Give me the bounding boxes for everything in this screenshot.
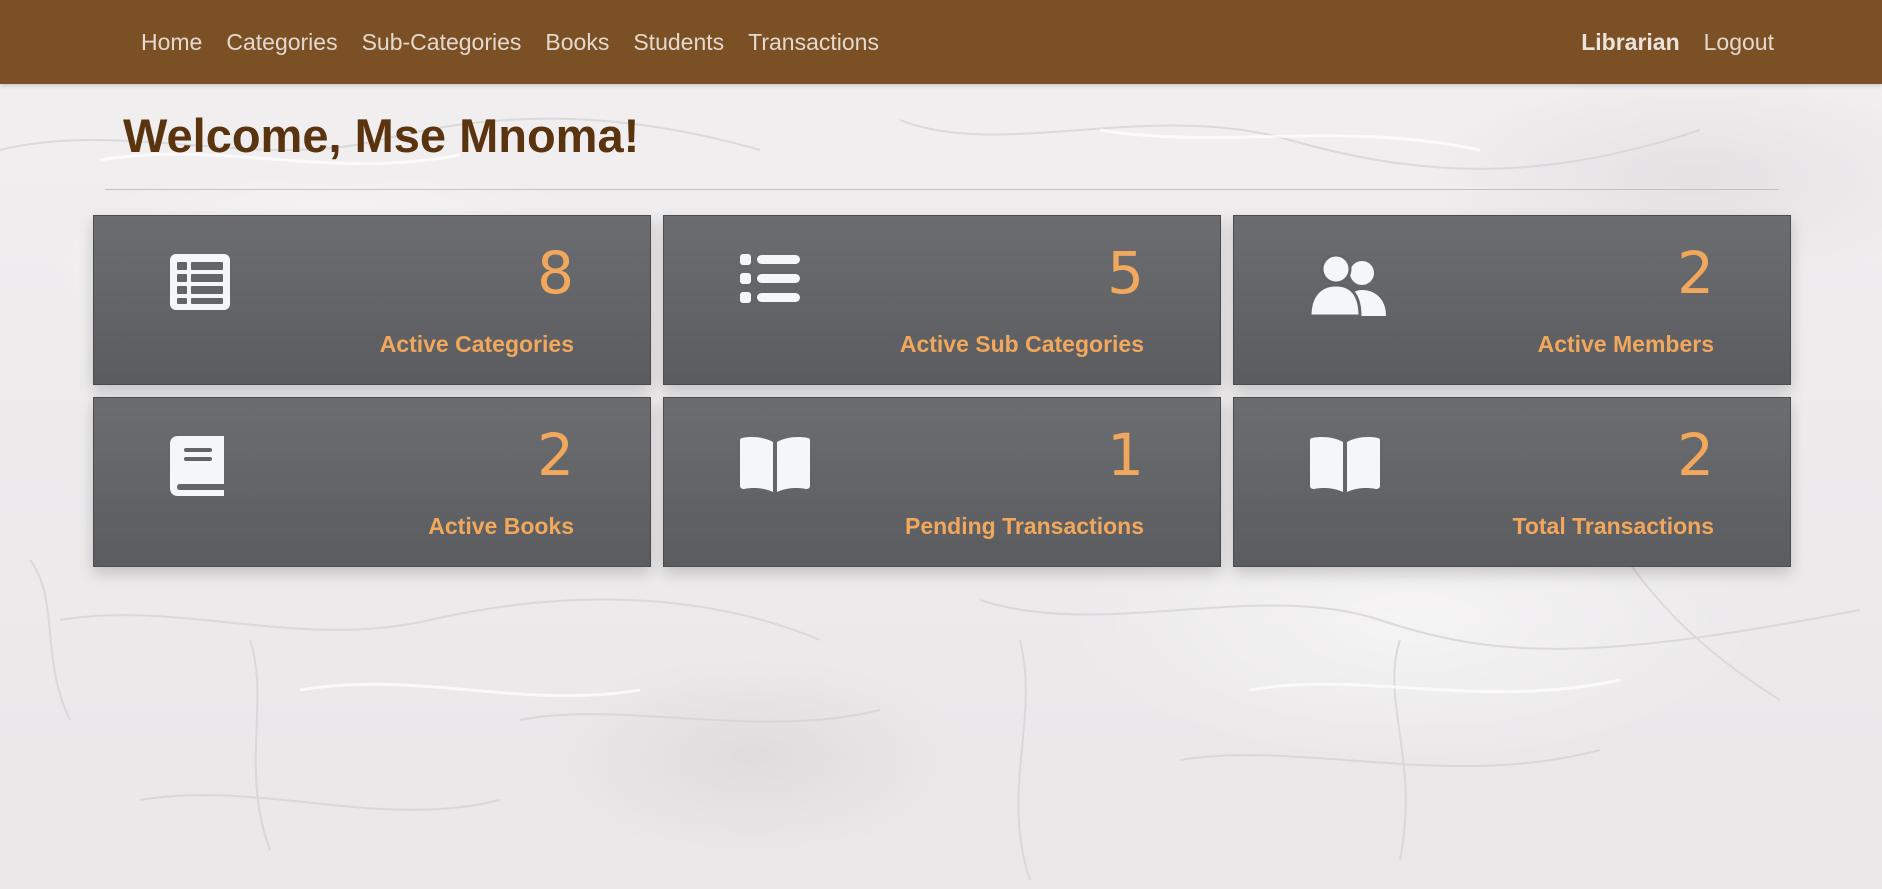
logout-link[interactable]: Logout xyxy=(1692,29,1786,56)
nav-home-link[interactable]: Home xyxy=(129,29,214,56)
top-navbar: Home Categories Sub-Categories Books Stu… xyxy=(0,0,1882,84)
stat-label: Active Sub Categories xyxy=(899,331,1144,357)
open-book-icon xyxy=(1310,436,1390,500)
stat-label: Total Transactions xyxy=(1512,513,1714,539)
stats-grid: 8 Active Categories 5 Active Sub Categor… xyxy=(93,215,1791,567)
stat-label: Active Members xyxy=(1537,331,1714,357)
nav-categories-link[interactable]: Categories xyxy=(214,29,349,56)
user-role-link[interactable]: Librarian xyxy=(1569,29,1691,56)
stat-value: 8 xyxy=(537,239,574,307)
page-title: Welcome, Mse Mnoma! xyxy=(123,109,640,162)
stat-label: Active Books xyxy=(428,513,574,539)
book-icon xyxy=(170,436,250,500)
nav-books-link[interactable]: Books xyxy=(533,29,621,56)
stat-value: 2 xyxy=(1677,239,1714,307)
users-icon xyxy=(1310,254,1390,318)
stat-card-books[interactable]: 2 Active Books xyxy=(93,397,651,567)
nav-transactions-link[interactable]: Transactions xyxy=(736,29,891,56)
stat-label: Active Categories xyxy=(379,331,574,357)
stat-card-categories[interactable]: 8 Active Categories xyxy=(93,215,651,385)
list-icon xyxy=(740,254,820,318)
main-nav: Home Categories Sub-Categories Books Stu… xyxy=(129,0,891,84)
title-divider xyxy=(105,189,1779,190)
stat-value: 2 xyxy=(1677,421,1714,489)
stat-value: 2 xyxy=(537,421,574,489)
stat-card-pending-transactions[interactable]: 1 Pending Transactions xyxy=(663,397,1221,567)
stat-card-total-transactions[interactable]: 2 Total Transactions xyxy=(1233,397,1791,567)
stat-label: Pending Transactions xyxy=(905,513,1144,539)
stat-value: 1 xyxy=(1107,421,1144,489)
stat-card-members[interactable]: 2 Active Members xyxy=(1233,215,1791,385)
nav-sub-categories-link[interactable]: Sub-Categories xyxy=(350,29,534,56)
open-book-icon xyxy=(740,436,820,500)
stat-card-sub-categories[interactable]: 5 Active Sub Categories xyxy=(663,215,1221,385)
table-list-icon xyxy=(170,254,250,318)
user-nav: Librarian Logout xyxy=(1569,0,1786,84)
stat-value: 5 xyxy=(1107,239,1144,307)
nav-students-link[interactable]: Students xyxy=(621,29,736,56)
